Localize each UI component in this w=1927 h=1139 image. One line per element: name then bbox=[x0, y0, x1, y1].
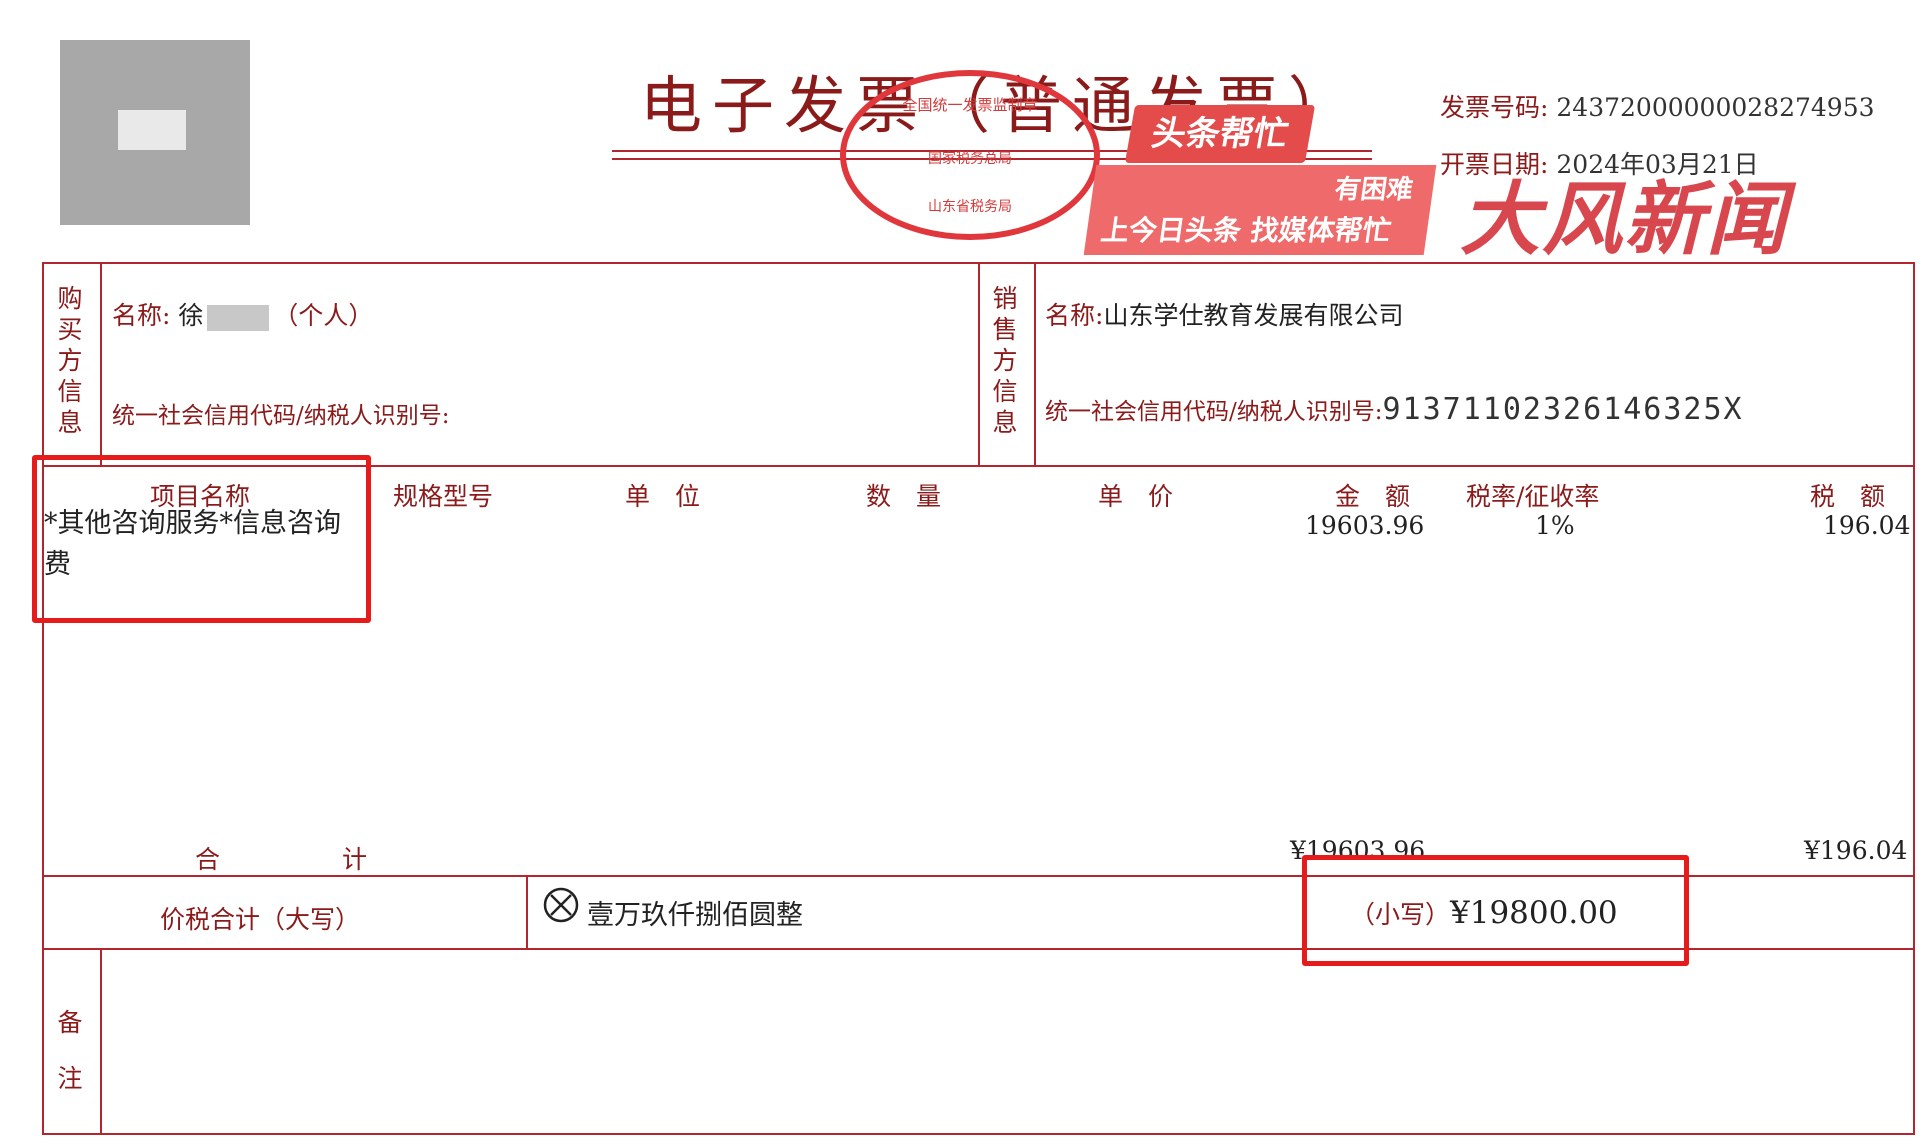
seller-name-label: 名称: bbox=[1045, 301, 1104, 330]
remarks-label-char: 备 bbox=[57, 1008, 83, 1037]
col-spec: 规格型号 bbox=[393, 482, 494, 511]
seller-name-value: 山东学仕教育发展有限公司 bbox=[1103, 301, 1404, 330]
buyer-label-char: 购 bbox=[57, 284, 83, 313]
seller-tax-id-label: 统一社会信用代码/纳税人识别号: bbox=[1045, 399, 1383, 425]
seal-line-1: 全国统一发票监制章 bbox=[902, 96, 1038, 114]
official-seal: 全国统一发票监制章 国家税务总局 山东省税务局 bbox=[840, 70, 1100, 240]
col-tax-amount: 税 额 bbox=[1810, 482, 1886, 511]
invoice-number: 发票号码: 24372000000028274953 bbox=[1440, 88, 1875, 124]
watermark-line-1: 有困难 bbox=[1332, 175, 1415, 205]
buyer-name: 名称: 徐 （个人） bbox=[112, 296, 373, 332]
seller-label-char: 息 bbox=[992, 408, 1018, 437]
table-bottom-border bbox=[42, 1133, 1915, 1135]
qr-code bbox=[60, 40, 250, 225]
seal-line-2: 国家税务总局 bbox=[928, 151, 1012, 167]
grand-total-divider bbox=[526, 875, 528, 948]
grand-total-in-words: 壹万玖仟捌佰圆整 bbox=[587, 900, 803, 931]
watermark-band: 有困难 上今日头条 找媒体帮忙 bbox=[1083, 165, 1437, 255]
buyer-label-char: 信 bbox=[57, 377, 83, 406]
dafeng-news-logo: 大风新闻 bbox=[1460, 173, 1788, 266]
seller-name: 名称:山东学仕教育发展有限公司 bbox=[1045, 296, 1403, 332]
item-tax-rate: 1% bbox=[1535, 511, 1575, 540]
buyer-label-char: 息 bbox=[57, 408, 83, 437]
watermark-badge: 头条帮忙 bbox=[1124, 105, 1316, 163]
remarks-label: 备 注 bbox=[55, 995, 85, 1107]
col-tax-rate: 税率/征收率 bbox=[1466, 482, 1600, 511]
seal-line-3: 山东省税务局 bbox=[928, 199, 1012, 215]
totals-tax: ¥196.04 bbox=[1804, 836, 1908, 865]
table-left-border bbox=[42, 262, 44, 1135]
seller-label-char: 方 bbox=[992, 346, 1018, 375]
seller-label-char: 售 bbox=[992, 315, 1018, 344]
col-quantity: 数 量 bbox=[866, 482, 942, 511]
highlight-total-amount bbox=[1302, 855, 1689, 966]
highlight-item-name bbox=[32, 455, 371, 623]
col-amount: 金 额 bbox=[1335, 482, 1411, 511]
buyer-tax-id-label: 统一社会信用代码/纳税人识别号: bbox=[112, 403, 450, 429]
invoice-number-value: 24372000000028274953 bbox=[1556, 93, 1875, 122]
seller-tax-id-value: 91371102326146325X bbox=[1382, 392, 1744, 427]
invoice-number-label: 发票号码: bbox=[1440, 93, 1549, 122]
buyer-label-divider bbox=[100, 262, 102, 465]
item-amount: 19603.96 bbox=[1305, 511, 1425, 540]
toutiao-watermark: 头条帮忙 有困难 上今日头条 找媒体帮忙 bbox=[1083, 105, 1437, 255]
buyer-name-label: 名称: bbox=[112, 301, 171, 330]
seller-label-char: 销 bbox=[992, 284, 1018, 313]
totals-label-ji: 计 bbox=[342, 845, 368, 874]
col-unit-price: 单 价 bbox=[1098, 482, 1174, 511]
totals-label-he: 合 bbox=[195, 845, 221, 874]
buyer-name-value: 徐 bbox=[178, 301, 204, 330]
table-right-border bbox=[1913, 262, 1915, 1135]
remarks-label-char: 注 bbox=[57, 1064, 83, 1093]
item-tax-amount: 196.04 bbox=[1823, 511, 1911, 540]
buyer-name-suffix: （个人） bbox=[273, 301, 374, 330]
buyer-label-char: 买 bbox=[57, 315, 83, 344]
grand-total-label: 价税合计（大写） bbox=[160, 905, 361, 934]
seller-tax-id: 统一社会信用代码/纳税人识别号:91371102326146325X bbox=[1045, 392, 1744, 427]
buyer-seller-divider bbox=[978, 262, 980, 465]
redacted-name bbox=[207, 304, 270, 331]
col-unit: 单 位 bbox=[625, 482, 701, 511]
buyer-label-char: 方 bbox=[57, 346, 83, 375]
circle-x-icon bbox=[543, 887, 579, 923]
seller-label-char: 信 bbox=[992, 377, 1018, 406]
buyer-section-label: 购 买 方 信 息 bbox=[55, 283, 85, 438]
seller-label-divider bbox=[1034, 262, 1036, 465]
seller-section-label: 销 售 方 信 息 bbox=[990, 283, 1020, 438]
remarks-label-divider bbox=[100, 948, 102, 1135]
watermark-line-2: 上今日头条 找媒体帮忙 bbox=[1098, 214, 1394, 247]
